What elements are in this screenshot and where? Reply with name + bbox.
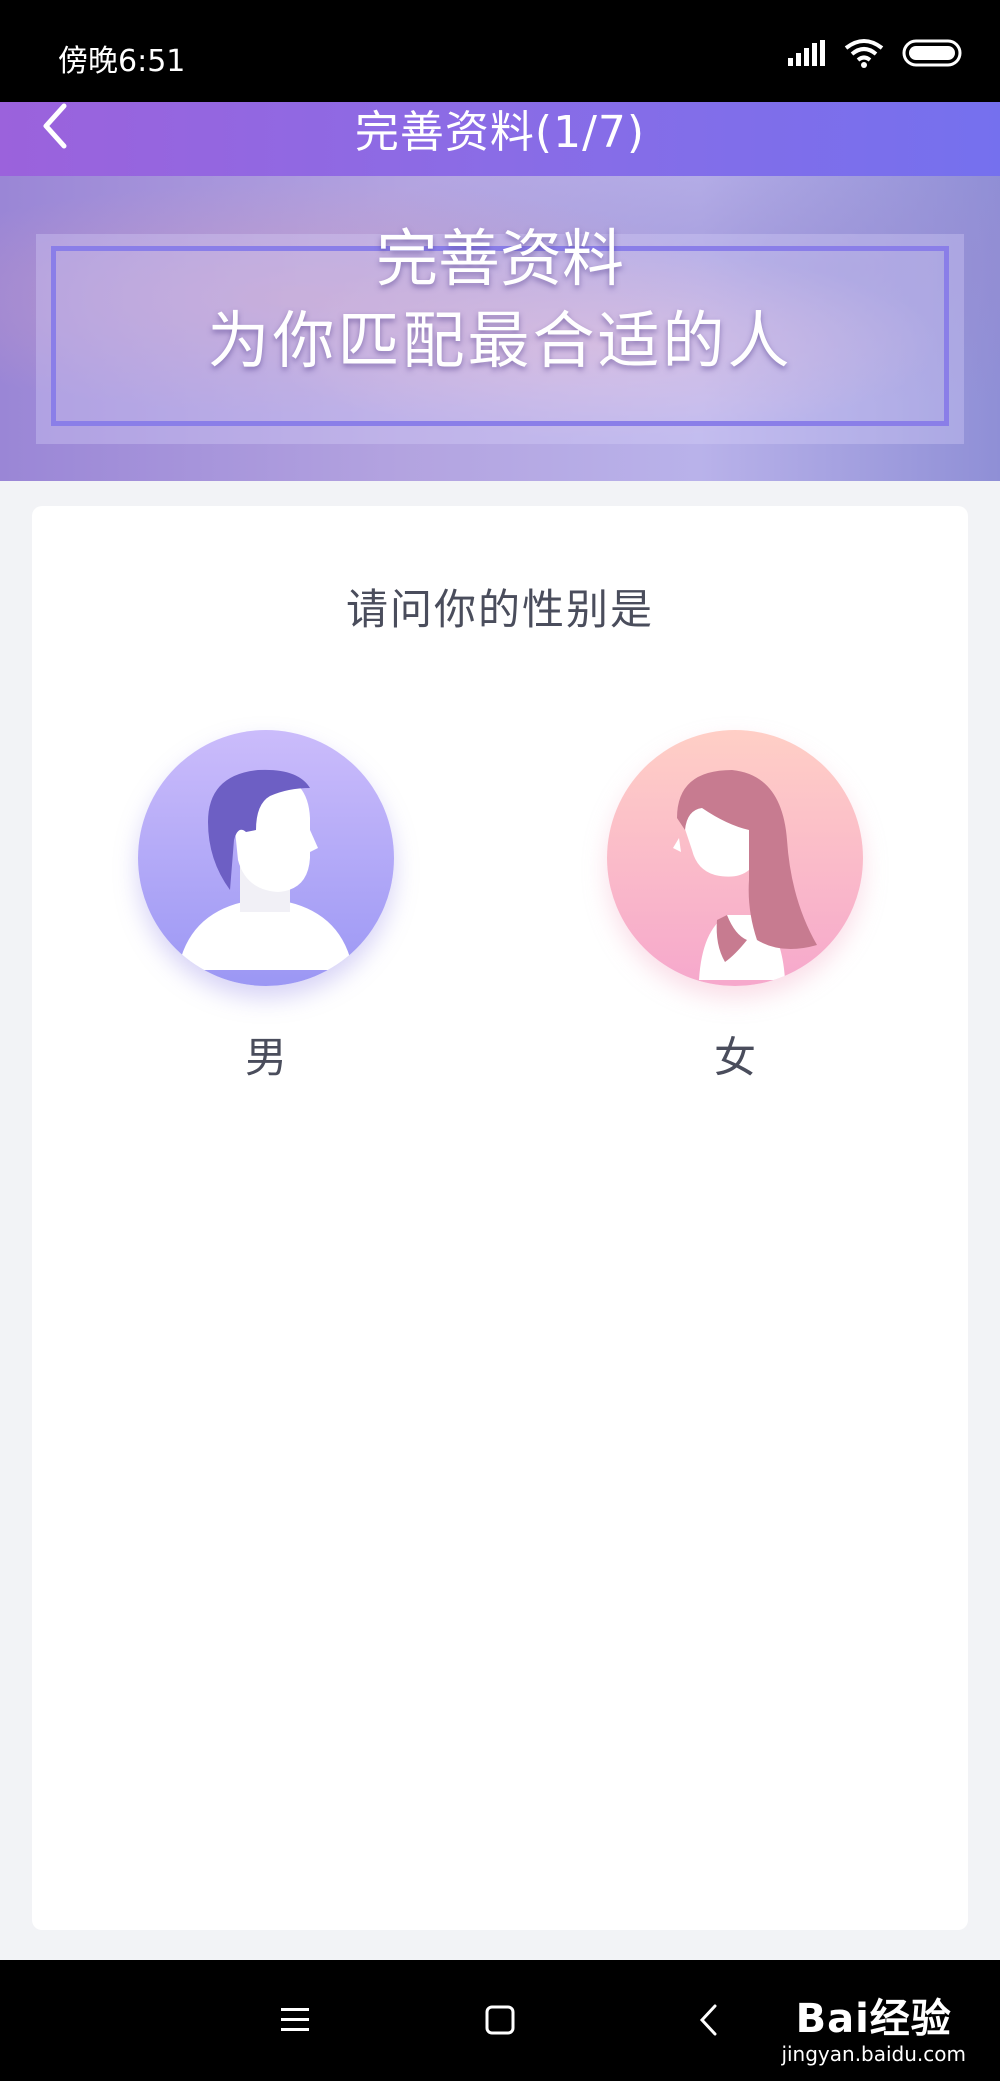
gender-option-male[interactable]: 男 xyxy=(136,730,396,1090)
watermark-url: jingyan.baidu.com xyxy=(781,2042,966,2066)
system-back-button[interactable] xyxy=(680,1990,740,2050)
signal-icon xyxy=(788,40,826,70)
home-button[interactable] xyxy=(470,1990,530,2050)
status-bar: 傍晚6:51 xyxy=(0,0,1000,102)
male-avatar-icon xyxy=(138,730,394,986)
page-title: 完善资料(1/7) xyxy=(354,107,646,158)
female-avatar-icon xyxy=(607,730,863,986)
menu-icon xyxy=(265,2008,325,2054)
watermark-brand: Bai经验 xyxy=(795,1996,952,2042)
gender-option-female[interactable]: 女 xyxy=(605,730,865,1090)
gender-question: 请问你的性别是 xyxy=(345,585,654,634)
banner-title-text: 完善资料 xyxy=(375,222,624,295)
gender-card: 请问你的性别是 男 女 xyxy=(32,506,968,1930)
gender-label-male: 男 xyxy=(244,1033,287,1082)
banner-title: 完善资料 xyxy=(0,208,1000,298)
gender-label-female: 女 xyxy=(713,1033,756,1082)
watermark: Bai经验 jingyan.baidu.com xyxy=(781,1986,966,2066)
menu-button[interactable] xyxy=(265,1990,325,2050)
back-icon xyxy=(680,2004,740,2054)
wifi-icon xyxy=(844,38,884,72)
banner-subtitle: 为你匹配最合适的人 xyxy=(207,304,793,377)
status-time: 傍晚6:51 xyxy=(58,44,186,79)
app-header: 完善资料(1/7) xyxy=(0,102,1000,176)
battery-icon xyxy=(902,39,964,71)
system-nav-bar: Bai经验 jingyan.baidu.com xyxy=(0,1960,1000,2081)
banner: 完善资料 为你匹配最合适的人 xyxy=(0,176,1000,481)
status-icons xyxy=(788,38,964,72)
home-icon xyxy=(470,2005,530,2054)
